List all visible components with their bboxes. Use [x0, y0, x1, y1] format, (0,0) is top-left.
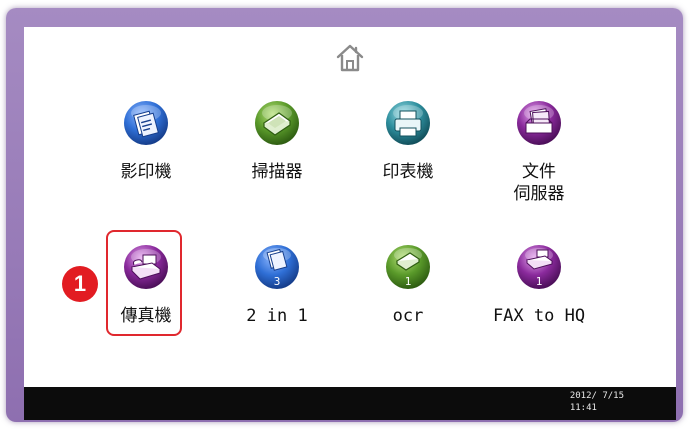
app-fax-to-hq[interactable]: 1 FAX to HQ: [474, 243, 604, 363]
home-screen: 影印機 掃描器 印表機 文件 伺服器 傳真機 3 2 in 1 1 ocr 1 …: [24, 27, 676, 420]
app-scanner[interactable]: 掃描器: [212, 99, 342, 219]
home-icon[interactable]: [335, 43, 365, 73]
app-copier[interactable]: 影印機: [81, 99, 211, 219]
app-2-in-1[interactable]: 3 2 in 1: [212, 243, 342, 363]
scanner-icon: [253, 99, 301, 147]
app-label: 影印機: [120, 162, 172, 182]
app-label: 印表機: [382, 162, 434, 182]
app-document-server[interactable]: 文件 伺服器: [474, 99, 604, 219]
step-marker: 1: [62, 266, 98, 302]
badge-count: 1: [536, 275, 543, 288]
status-date: 2012/ 7/15: [569, 391, 624, 401]
highlight-box: [106, 230, 182, 336]
app-label: 文件 伺服器: [513, 162, 565, 204]
app-printer[interactable]: 印表機: [343, 99, 473, 219]
printer-icon: [384, 99, 432, 147]
app-label: FAX to HQ: [492, 306, 586, 326]
status-bar: 2012/ 7/15 11:41: [24, 387, 676, 420]
copier-icon: 3: [253, 243, 301, 291]
document-server-icon: [515, 99, 563, 147]
scanner-icon: 1: [384, 243, 432, 291]
app-label: ocr: [392, 306, 424, 326]
app-ocr[interactable]: 1 ocr: [343, 243, 473, 363]
clock: 2012/ 7/15 11:41: [570, 390, 624, 414]
badge-count: 1: [405, 275, 412, 288]
copier-icon: [122, 99, 170, 147]
badge-count: 3: [274, 275, 281, 288]
device-frame: 影印機 掃描器 印表機 文件 伺服器 傳真機 3 2 in 1 1 ocr 1 …: [6, 8, 683, 422]
app-label: 2 in 1: [246, 306, 308, 326]
app-label: 掃描器: [251, 162, 303, 182]
fax-icon: 1: [515, 243, 563, 291]
status-time: 11:41: [569, 403, 597, 413]
